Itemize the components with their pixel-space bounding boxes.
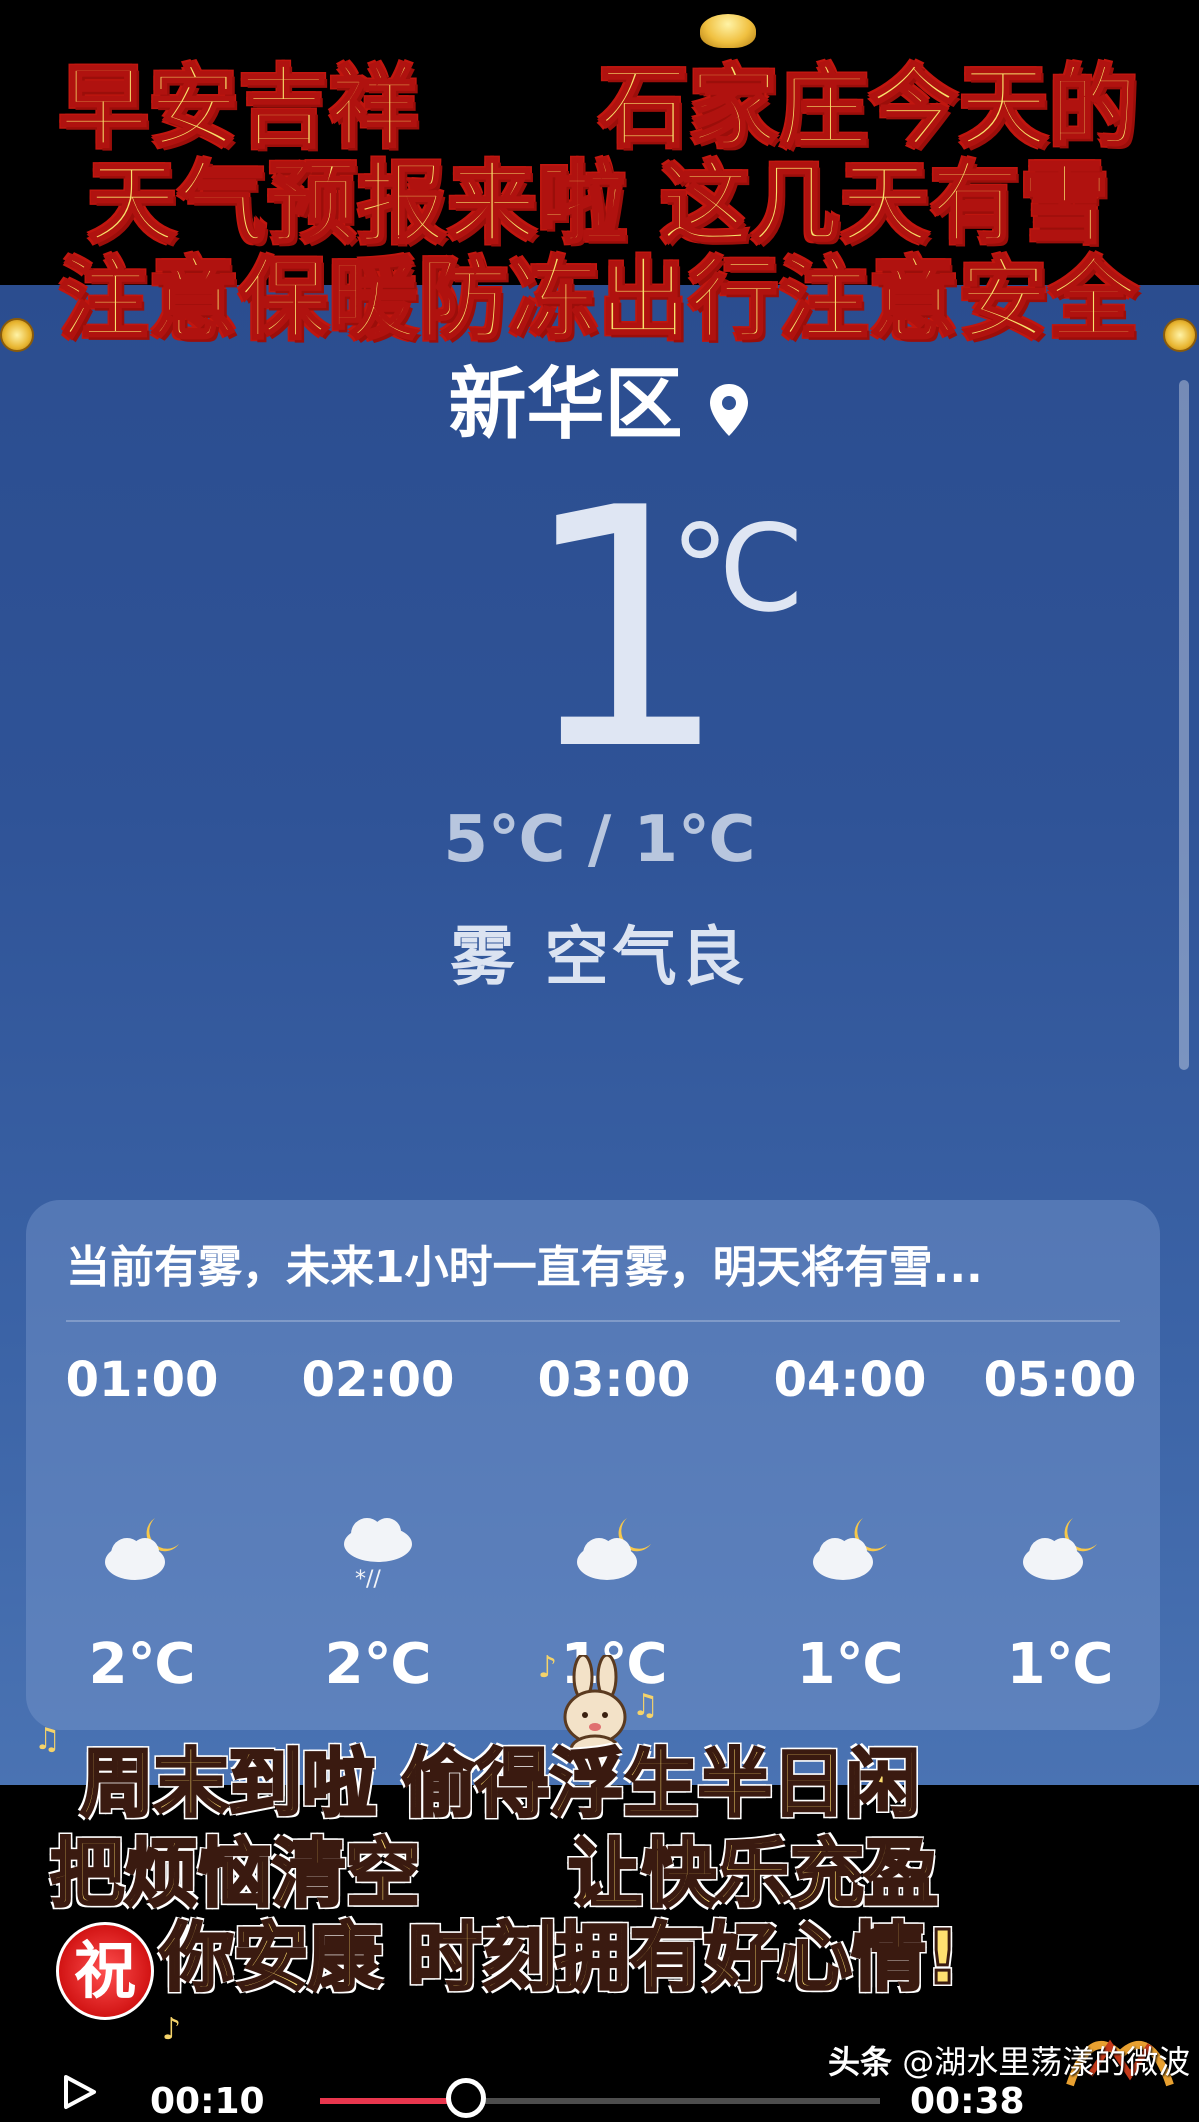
hourly-item: 05:00 1℃ [960,1350,1160,1700]
watermark: 头条 @湖水里荡漾的微波 [828,2042,1190,2082]
banner-line: 天气预报来啦 这几天有雪 [87,152,1111,255]
hour-time: 03:00 [537,1352,691,1408]
bless-badge: 祝 [56,1922,154,2020]
music-note-icon: ♫ [632,1688,659,1723]
banner-line: 把烦恼清空 让快乐充盈 [49,1831,940,1918]
hourly-item: 03:00 1℃ [514,1350,714,1700]
location-name: 新华区 [448,360,683,450]
hourly-item: 02:00 *// 2℃ [278,1350,478,1700]
current-time: 00:10 [150,2081,265,2122]
location-pin-icon [709,383,748,436]
hour-temperature: 2℃ [88,1632,196,1697]
svg-text:*//: *// [355,1567,381,1590]
gold-ingot-icon [700,14,756,48]
top-greeting-banner: 早安吉祥 石家庄今天的 天气预报来啦 这几天有雪 注意保暖防冻出行注意安全 [0,56,1199,351]
partly-cloudy-night-icon [1023,1518,1097,1580]
temperature-unit: ℃ [670,500,805,639]
divider [66,1320,1120,1322]
watermark-author: @湖水里荡漾的微波 [902,2043,1191,2081]
location-header[interactable]: 新华区 [0,360,1199,450]
hour-temperature: 1℃ [796,1632,904,1697]
partly-cloudy-night-icon [105,1518,179,1580]
forecast-summary: 当前有雾，未来1小时一直有雾，明天将有雪... [66,1242,983,1293]
partly-cloudy-night-icon [577,1518,651,1580]
progress-fill [320,2098,466,2104]
high-low-temperature: 5℃ / 1℃ [443,803,756,877]
banner-line: 注意保暖防冻出行注意安全 [58,248,1140,351]
banner-line: 你安康 时刻拥有好心情! [159,1915,962,2002]
hourly-item: 01:00 2℃ [42,1350,242,1700]
partly-cloudy-night-icon [813,1518,887,1580]
hourly-item: 04:00 1℃ [750,1350,950,1700]
hour-temperature: 1℃ [1006,1632,1114,1697]
weather-condition: 雾 空气良 [450,921,749,995]
play-icon[interactable] [60,2074,100,2110]
hour-time: 04:00 [773,1352,927,1408]
banner-line: 周末到啦 偷得浮生半日闲 [79,1741,922,1828]
hour-temperature: 2℃ [324,1632,432,1697]
snow-cloud-icon: *// [344,1518,412,1590]
hourly-forecast-card[interactable]: 当前有雾，未来1小时一直有雾，明天将有雪... 01:00 2℃ 02:00 *… [26,1200,1160,1730]
bottom-greeting-banner: 周末到啦 偷得浮生半日闲 把烦恼清空 让快乐充盈 你安康 时刻拥有好心情! [0,1720,1199,2020]
hour-time: 05:00 [983,1352,1137,1408]
hour-time: 02:00 [301,1352,455,1408]
music-note-icon: ♪ [538,1650,558,1685]
hour-time: 01:00 [65,1352,219,1408]
banner-line: 早安吉祥 石家庄今天的 [58,56,1140,159]
watermark-brand: 头条 [828,2043,893,2081]
progress-knob[interactable] [446,2078,486,2118]
total-time: 00:38 [910,2081,1025,2122]
